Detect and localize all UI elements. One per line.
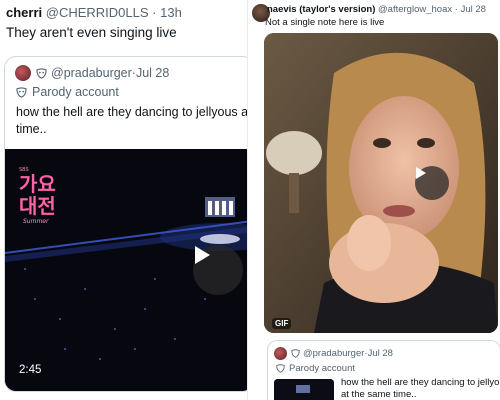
svg-text:Summer: Summer bbox=[23, 218, 49, 225]
quote-header: @pradaburger · Jul 28 bbox=[274, 347, 393, 360]
play-button[interactable] bbox=[415, 166, 449, 200]
tweet-header: naevis (taylor's version) @afterglow_hoa… bbox=[267, 4, 486, 15]
quote-text-line: at the same time.. bbox=[341, 389, 417, 400]
tweet-header: cherri @CHERRID0LLS · 13h bbox=[6, 5, 182, 20]
svg-text:가요: 가요 bbox=[19, 172, 56, 196]
display-name[interactable]: cherri bbox=[6, 5, 42, 20]
left-tweet[interactable]: cherri @CHERRID0LLS · 13h They aren't ev… bbox=[0, 0, 248, 400]
separator: · bbox=[452, 4, 461, 15]
parody-mask-icon bbox=[36, 67, 47, 79]
parody-label-text: Parody account bbox=[32, 85, 119, 99]
play-icon bbox=[195, 246, 210, 264]
timestamp[interactable]: Jul 28 bbox=[461, 4, 486, 15]
play-icon bbox=[416, 167, 426, 179]
video-duration: 2:45 bbox=[19, 364, 42, 376]
quoted-tweet[interactable]: @pradaburger · Jul 28 Parody account how… bbox=[4, 56, 248, 392]
right-tweet[interactable]: naevis (taylor's version) @afterglow_hoa… bbox=[248, 0, 500, 400]
parody-mask-icon bbox=[291, 349, 300, 358]
play-button[interactable] bbox=[193, 245, 243, 295]
quote-handle[interactable]: @pradaburger bbox=[303, 348, 364, 359]
avatar[interactable] bbox=[274, 347, 287, 360]
separator: · bbox=[148, 5, 161, 20]
gif-badge: GIF bbox=[272, 318, 292, 329]
quote-text-line: how the hell are they dancing to jellyou… bbox=[341, 377, 500, 388]
parody-label-text: Parody account bbox=[289, 363, 356, 374]
timestamp[interactable]: 13h bbox=[160, 5, 182, 20]
gif-frame bbox=[264, 33, 498, 333]
quote-text-line: time.. bbox=[16, 122, 47, 136]
parody-label: Parody account bbox=[276, 363, 355, 374]
quote-date[interactable]: Jul 28 bbox=[368, 348, 393, 359]
display-name[interactable]: naevis (taylor's version) bbox=[267, 4, 375, 15]
user-handle[interactable]: @CHERRID0LLS bbox=[46, 5, 149, 20]
parody-label: Parody account bbox=[16, 85, 119, 99]
svg-text:대전: 대전 bbox=[19, 194, 56, 218]
quote-date[interactable]: Jul 28 bbox=[136, 66, 169, 80]
quote-video-thumbnail[interactable] bbox=[274, 379, 334, 400]
quote-text: how the hell are they dancing to jellyou… bbox=[16, 104, 248, 138]
quote-header: @pradaburger · Jul 28 bbox=[15, 65, 169, 81]
quote-text: how the hell are they dancing to jellyou… bbox=[341, 377, 500, 400]
tweet-text: Not a single note here is live bbox=[265, 17, 385, 28]
quote-text-line: how the hell are they dancing to jellyou… bbox=[16, 105, 248, 119]
thumbnail-frame bbox=[274, 379, 334, 400]
quote-handle[interactable]: @pradaburger bbox=[51, 66, 132, 80]
gif-media[interactable]: GIF bbox=[264, 33, 498, 333]
parody-mask-icon bbox=[16, 86, 27, 98]
parody-mask-icon bbox=[276, 364, 285, 373]
user-handle[interactable]: @afterglow_hoax bbox=[378, 4, 452, 15]
avatar[interactable] bbox=[15, 65, 31, 81]
quoted-tweet[interactable]: @pradaburger · Jul 28 Parody account how… bbox=[267, 340, 500, 400]
video-player[interactable]: SBS 가요 대전 Summer 2:45 bbox=[5, 149, 248, 391]
tweet-text: They aren't even singing live bbox=[6, 25, 177, 40]
